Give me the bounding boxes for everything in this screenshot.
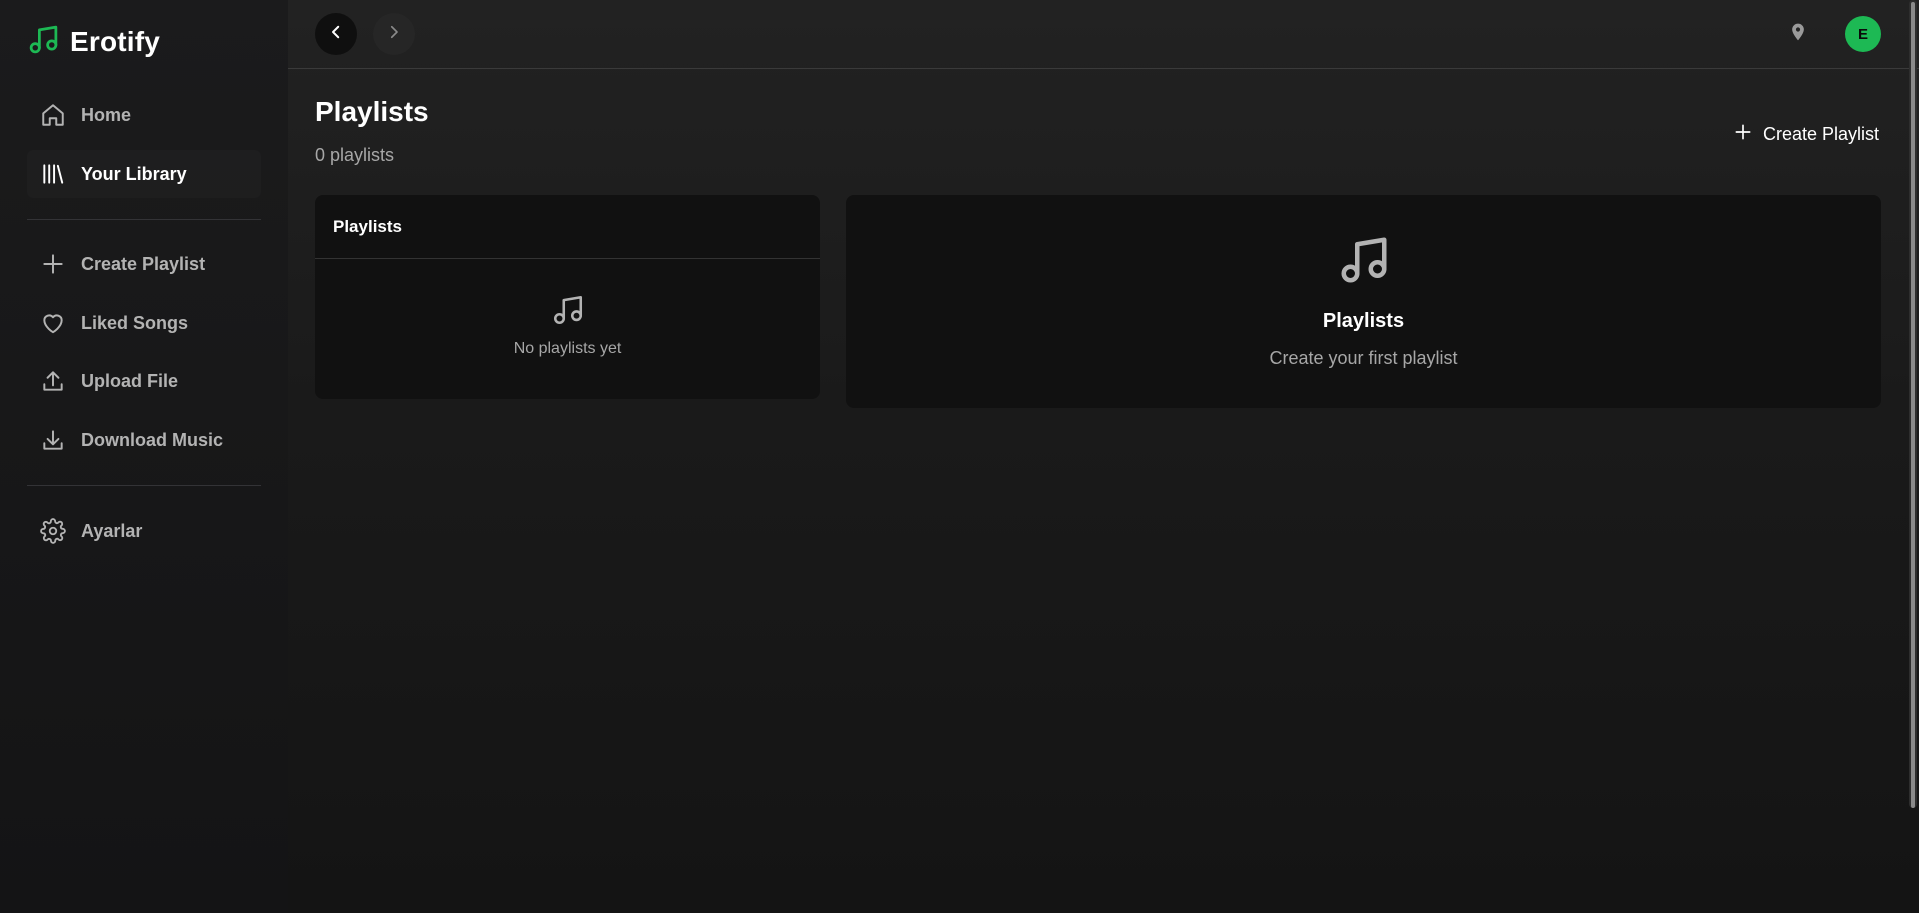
sidebar-item-liked-songs[interactable]: Liked Songs xyxy=(27,299,261,347)
sidebar-item-home[interactable]: Home xyxy=(27,91,261,139)
location-pin-button[interactable] xyxy=(1786,22,1810,46)
empty-subtitle: Create your first playlist xyxy=(1269,348,1458,368)
scrollbar-thumb[interactable] xyxy=(1911,2,1915,808)
sidebar-item-label: Ayarlar xyxy=(81,520,143,541)
plus-icon xyxy=(27,251,81,277)
sidebar-item-your-library[interactable]: Your Library xyxy=(27,150,261,198)
sidebar-item-settings[interactable]: Ayarlar xyxy=(27,507,261,555)
music-note-icon xyxy=(1337,233,1391,292)
home-icon xyxy=(27,102,81,128)
chevron-left-icon xyxy=(327,23,345,46)
brand-logo[interactable]: Erotify xyxy=(27,24,160,60)
page-title: Playlists xyxy=(315,96,429,127)
sidebar-item-download-music[interactable]: Download Music xyxy=(27,416,261,464)
heart-icon xyxy=(27,310,81,336)
download-icon xyxy=(27,427,81,453)
playlist-list-panel: Playlists No playlists yet xyxy=(315,195,820,399)
brand-name: Erotify xyxy=(70,26,161,57)
sidebar-item-label: Home xyxy=(81,104,132,125)
sidebar-item-label: Create Playlist xyxy=(81,253,206,274)
main-content: E Playlists 0 playlists Create Playlist … xyxy=(288,0,1919,913)
top-bar: E xyxy=(288,0,1919,69)
sidebar-item-create-playlist[interactable]: Create Playlist xyxy=(27,240,261,288)
app-window: Erotify Home Your Library Create Playlis… xyxy=(0,0,1919,913)
music-note-icon xyxy=(27,23,60,61)
chevron-right-icon xyxy=(385,23,403,46)
panel-header: Playlists xyxy=(315,195,820,259)
sidebar-item-label: Upload File xyxy=(81,370,179,391)
sidebar-item-upload-file[interactable]: Upload File xyxy=(27,357,261,405)
sidebar-item-label: Download Music xyxy=(81,429,224,450)
empty-state: Playlists Create your first playlist xyxy=(846,233,1881,369)
plus-icon xyxy=(1733,122,1753,147)
location-pin-icon xyxy=(1788,22,1808,47)
avatar[interactable]: E xyxy=(1845,16,1881,52)
library-icon xyxy=(27,161,81,187)
sidebar-divider xyxy=(27,219,261,220)
empty-state: No playlists yet xyxy=(315,293,820,358)
forward-button[interactable] xyxy=(373,13,415,55)
create-playlist-button[interactable]: Create Playlist xyxy=(1733,120,1879,148)
playlist-count: 0 playlists xyxy=(315,145,395,165)
empty-message: No playlists yet xyxy=(513,340,622,357)
sidebar-item-label: Liked Songs xyxy=(81,312,189,333)
sidebar-item-label: Your Library xyxy=(81,163,187,184)
empty-title: Playlists xyxy=(1322,310,1405,332)
gear-icon xyxy=(27,518,81,544)
music-note-icon xyxy=(551,293,585,332)
create-playlist-label: Create Playlist xyxy=(1762,123,1879,144)
sidebar-divider xyxy=(27,485,261,486)
upload-icon xyxy=(27,368,81,394)
playlist-detail-panel: Playlists Create your first playlist xyxy=(846,195,1881,408)
back-button[interactable] xyxy=(315,13,357,55)
sidebar: Erotify Home Your Library Create Playlis… xyxy=(0,0,288,913)
